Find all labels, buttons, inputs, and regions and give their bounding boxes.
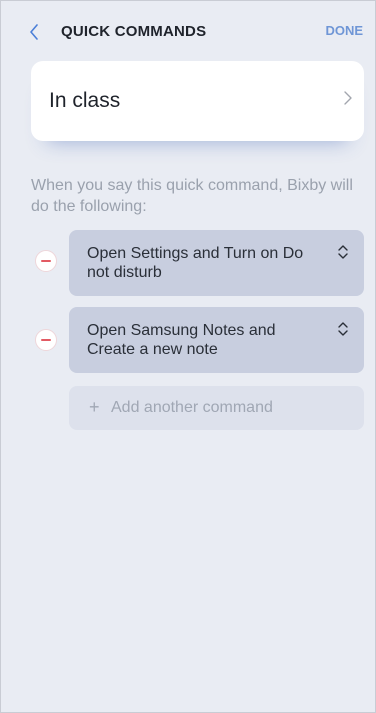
add-command-button[interactable]: + Add another command xyxy=(69,386,364,430)
action-item[interactable]: Open Settings and Turn on Do not disturb xyxy=(69,230,364,296)
action-item[interactable]: Open Samsung Notes and Create a new note xyxy=(69,307,364,373)
plus-icon: + xyxy=(89,397,100,417)
remove-action-button[interactable] xyxy=(35,329,57,351)
header-bar: QUICK COMMANDS DONE xyxy=(1,1,375,59)
chevron-right-icon xyxy=(344,91,352,110)
remove-action-button[interactable] xyxy=(35,250,57,272)
done-button[interactable]: DONE xyxy=(325,23,363,38)
command-phrase-card[interactable]: In class xyxy=(31,61,364,141)
chevron-left-icon xyxy=(30,24,38,40)
minus-icon xyxy=(41,260,51,262)
action-row: Open Settings and Turn on Do not disturb xyxy=(31,230,364,296)
reorder-icon[interactable] xyxy=(336,243,350,261)
action-row: Open Samsung Notes and Create a new note xyxy=(31,307,364,373)
description-text: When you say this quick command, Bixby w… xyxy=(31,177,353,215)
quick-command-editor-screen: QUICK COMMANDS DONE In class When you sa… xyxy=(0,0,376,713)
back-button[interactable] xyxy=(23,19,45,45)
reorder-icon[interactable] xyxy=(336,320,350,338)
action-text: Open Samsung Notes and Create a new note xyxy=(87,322,276,358)
action-text: Open Settings and Turn on Do not disturb xyxy=(87,245,304,281)
minus-icon xyxy=(41,339,51,341)
command-phrase: In class xyxy=(49,89,121,112)
add-command-label: Add another command xyxy=(111,399,273,416)
page-title: QUICK COMMANDS xyxy=(61,23,207,40)
